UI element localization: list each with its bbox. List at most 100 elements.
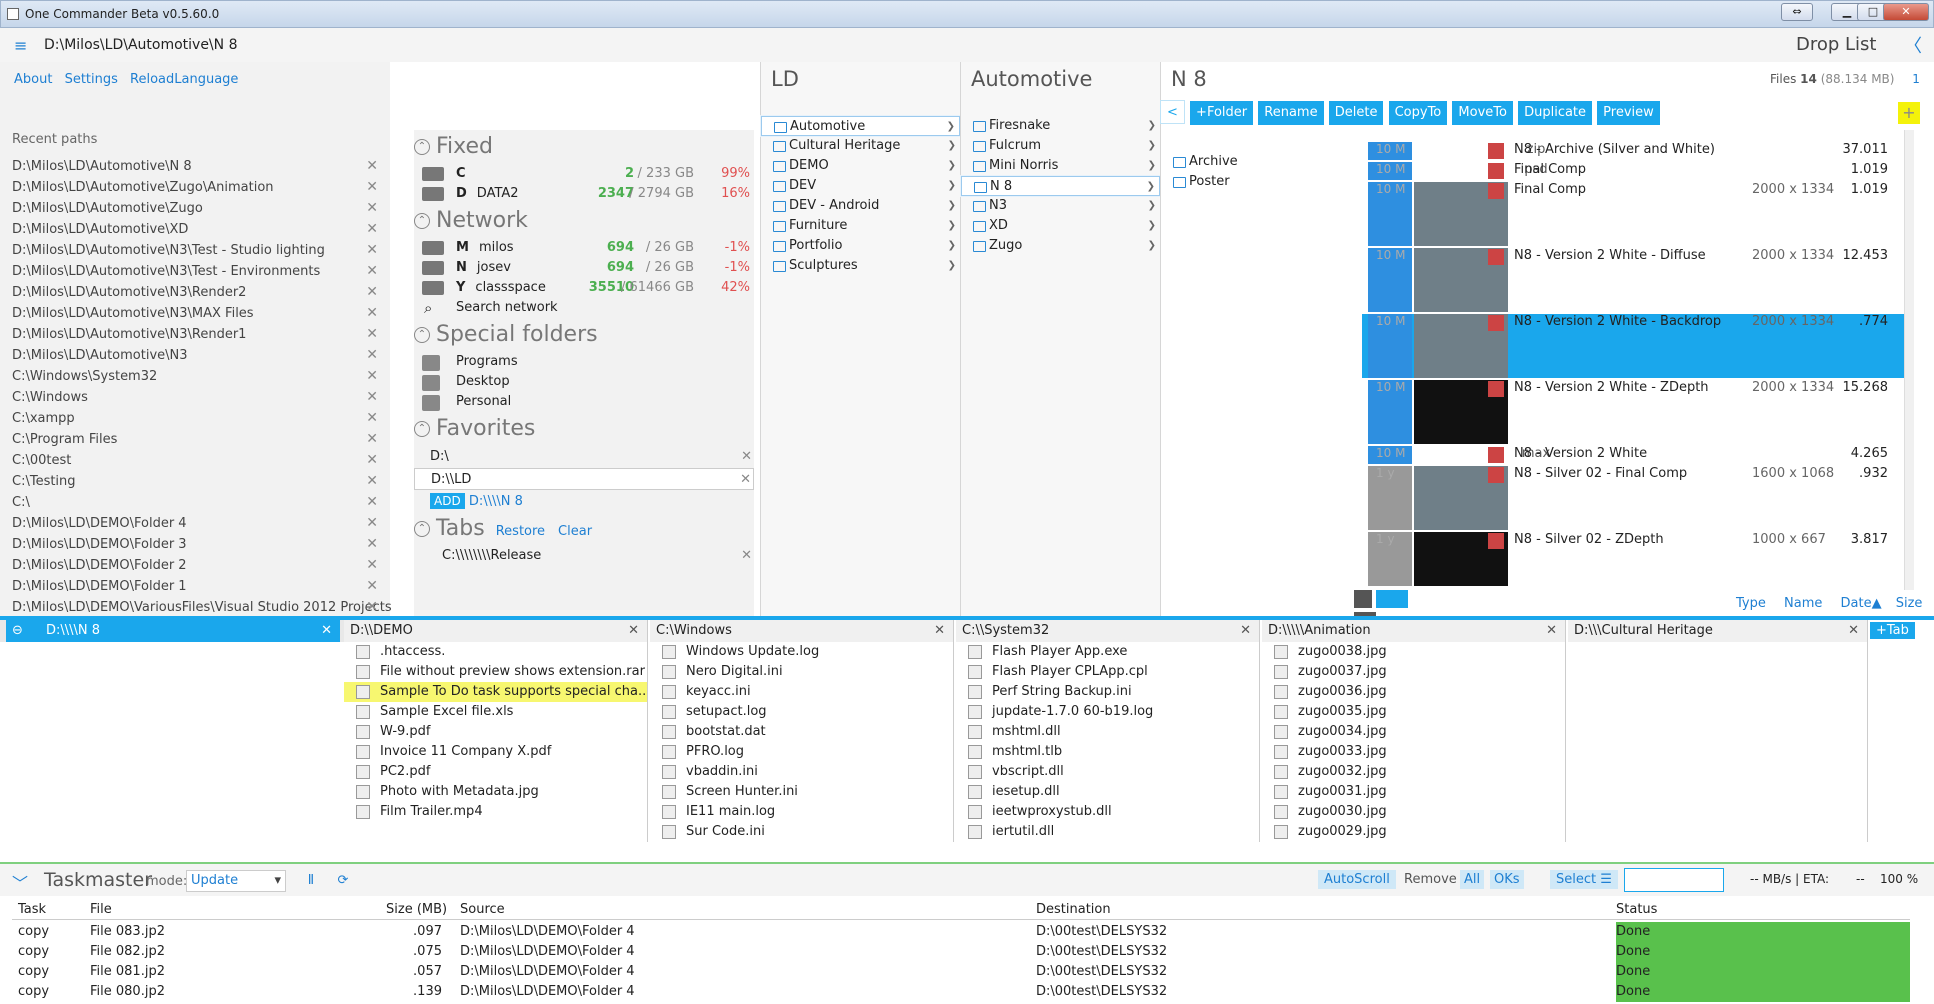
panel-file-item[interactable]: zugo0036.jpg (1262, 682, 1565, 702)
task-row[interactable]: copy File 080.jp2 .139 D:\Milos\LD\DEMO\Fol… (12, 982, 1910, 1002)
close-icon[interactable]: ✕ (366, 492, 378, 513)
close-icon[interactable]: ✕ (321, 620, 332, 642)
mode-select[interactable]: Update ▾ (186, 870, 286, 892)
grid-header-cell[interactable]: File (90, 900, 112, 920)
special-folder-item[interactable]: Desktop (414, 372, 754, 392)
folder-item[interactable]: DEMO ❯ (761, 156, 960, 176)
add-icon[interactable]: + (1898, 102, 1920, 124)
grid-header-cell[interactable]: Destination (1036, 900, 1111, 920)
panel-file-item[interactable]: zugo0038.jpg (1262, 642, 1565, 662)
recent-path-item[interactable]: D:\Milos\LD\Automotive\N3\Test - Environ… (12, 261, 384, 282)
favorite-item[interactable]: D:\\LD ✕ (414, 468, 754, 490)
drive-item[interactable]: D DATA2 2347/ 2794 GB 16% (414, 184, 754, 204)
close-icon[interactable]: ✕ (741, 546, 752, 566)
drop-list-title[interactable]: Drop List (1796, 34, 1877, 55)
panel-file-item[interactable]: vbscript.dll (956, 762, 1259, 782)
panel-file-item[interactable]: bootstat.dat (650, 722, 953, 742)
panel-file-item[interactable]: PC2.pdf (344, 762, 647, 782)
file-row[interactable]: 10 M N8 - Version 2 White - ZDepth 2000 x … (1362, 380, 1904, 444)
close-icon[interactable]: ✕ (366, 177, 378, 198)
tab-title[interactable]: D:\\DEMO ✕ (344, 620, 647, 642)
add-tab-button[interactable]: +Tab (1870, 622, 1915, 639)
panel-file-item[interactable]: mshtml.tlb (956, 742, 1259, 762)
panel-file-item[interactable]: zugo0037.jpg (1262, 662, 1565, 682)
favorites-section[interactable]: ⌃ Favorites (414, 412, 754, 446)
close-icon[interactable]: ✕ (366, 534, 378, 555)
close-icon[interactable]: ✕ (366, 240, 378, 261)
restore-window-icon[interactable]: ⇔ (1781, 3, 1813, 21)
file-row[interactable]: 10 Mzip N8 - Archive (Silver and White) 37… (1362, 142, 1904, 160)
grid-header-cell[interactable]: Status (1616, 900, 1657, 920)
recent-path-item[interactable]: C:\Program Files ✕ (12, 429, 384, 450)
panel-file-item[interactable]: Sample Excel file.xls (344, 702, 647, 722)
panel-file-item[interactable]: Film Trailer.mp4 (344, 802, 647, 822)
close-icon[interactable]: ✕ (366, 324, 378, 345)
folder-item[interactable]: Cultural Heritage ❯ (761, 136, 960, 156)
panel-file-item[interactable]: iertutil.dll (956, 822, 1259, 842)
panel-file-item[interactable]: Invoice 11 Company X.pdf (344, 742, 647, 762)
panel-file-item[interactable]: Sur Code.ini (650, 822, 953, 842)
file-list-scrollbar[interactable] (1904, 130, 1914, 590)
task-row[interactable]: copy File 083.jp2 .097 D:\Milos\LD\DEMO\Fol… (12, 922, 1910, 942)
close-icon[interactable]: ✕ (628, 620, 639, 642)
recent-path-item[interactable]: C:\00test ✕ (12, 450, 384, 471)
saved-tab-item[interactable]: C:\\\\\\\\Release ✕ (414, 546, 754, 566)
close-icon[interactable]: ✕ (366, 156, 378, 177)
panel-file-item[interactable]: zugo0030.jpg (1262, 802, 1565, 822)
collapse-icon[interactable]: ⌃ (414, 213, 430, 229)
about-link[interactable]: About (14, 72, 52, 87)
panel-file-item[interactable]: Sample To Do task supports special cha..… (344, 682, 647, 702)
network-section[interactable]: ⌃ Network (414, 204, 754, 238)
tab-title[interactable]: D:\\\Cultural Heritage ✕ (1568, 620, 1867, 642)
recent-path-item[interactable]: D:\Milos\LD\Automotive\Zugo\Animation ✕ (12, 177, 384, 198)
close-icon[interactable]: ✕ (1883, 3, 1929, 21)
panel-file-item[interactable]: zugo0029.jpg (1262, 822, 1565, 842)
folder-item[interactable]: DEV - Android ❯ (761, 196, 960, 216)
close-icon[interactable]: ✕ (366, 429, 378, 450)
close-icon[interactable]: ✕ (366, 198, 378, 219)
close-icon[interactable]: ✕ (366, 450, 378, 471)
close-icon[interactable]: ✕ (366, 366, 378, 387)
tab-title[interactable]: C:\Windows ✕ (650, 620, 953, 642)
folder-item[interactable]: Mini Norris ❯ (961, 156, 1160, 176)
folder-item[interactable]: Sculptures ❯ (761, 256, 960, 276)
close-icon[interactable]: ✕ (366, 345, 378, 366)
page-number[interactable]: 1 (1912, 72, 1920, 86)
panel-file-item[interactable]: keyacc.ini (650, 682, 953, 702)
folder-item[interactable]: Furniture ❯ (761, 216, 960, 236)
folder-item[interactable]: Zugo ❯ (961, 236, 1160, 256)
add-favorite-button[interactable]: ADD (430, 493, 465, 509)
close-icon[interactable]: ✕ (366, 555, 378, 576)
tab-title[interactable]: D:\\\\\Animation ✕ (1262, 620, 1565, 642)
chevron-down-icon[interactable]: ﹀ (12, 870, 28, 894)
panel-file-item[interactable]: File without preview shows extension.rar (344, 662, 647, 682)
collapse-icon[interactable]: ⌃ (414, 421, 430, 437)
panel-file-item[interactable]: zugo0034.jpg (1262, 722, 1565, 742)
recent-path-item[interactable]: D:\Milos\LD\DEMO\Folder 1 ✕ (12, 576, 384, 597)
panel-file-item[interactable]: zugo0032.jpg (1262, 762, 1565, 782)
recent-path-item[interactable]: D:\Milos\LD\DEMO\VariousFiles\Visual Stu… (12, 597, 392, 618)
grid-header-cell[interactable]: Source (460, 900, 505, 920)
folder-item[interactable]: Poster (1161, 172, 1360, 192)
close-icon[interactable]: ✕ (366, 219, 378, 240)
recent-path-item[interactable]: C:\xampp ✕ (12, 408, 384, 429)
panel-file-item[interactable]: Screen Hunter.ini (650, 782, 953, 802)
file-row[interactable]: 10 M N8 - Version 2 White - Diffuse 2000 x… (1362, 248, 1904, 312)
close-icon[interactable]: ✕ (366, 513, 378, 534)
details-view-icon[interactable] (1376, 590, 1409, 608)
panel-file-item[interactable]: PFRO.log (650, 742, 953, 762)
close-icon[interactable]: ✕ (366, 597, 378, 618)
panel-file-item[interactable]: zugo0031.jpg (1262, 782, 1565, 802)
folder-item[interactable]: N3 ❯ (961, 196, 1160, 216)
recent-path-item[interactable]: C:\Testing ✕ (12, 471, 384, 492)
recent-path-item[interactable]: D:\Milos\LD\Automotive\N3\Test - Studio … (12, 240, 384, 261)
panel-file-item[interactable]: iesetup.dll (956, 782, 1259, 802)
close-icon[interactable]: ✕ (366, 576, 378, 597)
remove-oks-button[interactable]: OKs (1490, 870, 1524, 889)
close-icon[interactable]: ✕ (1848, 620, 1859, 642)
panel-file-item[interactable]: ieetwproxystub.dll (956, 802, 1259, 822)
special-folder-item[interactable]: Programs (414, 352, 754, 372)
reload-language-link[interactable]: ReloadLanguage (130, 72, 238, 87)
recent-path-item[interactable]: D:\Milos\LD\Automotive\N3\Render1 ✕ (12, 324, 384, 345)
folder-item[interactable]: Automotive ❯ (761, 116, 960, 136)
